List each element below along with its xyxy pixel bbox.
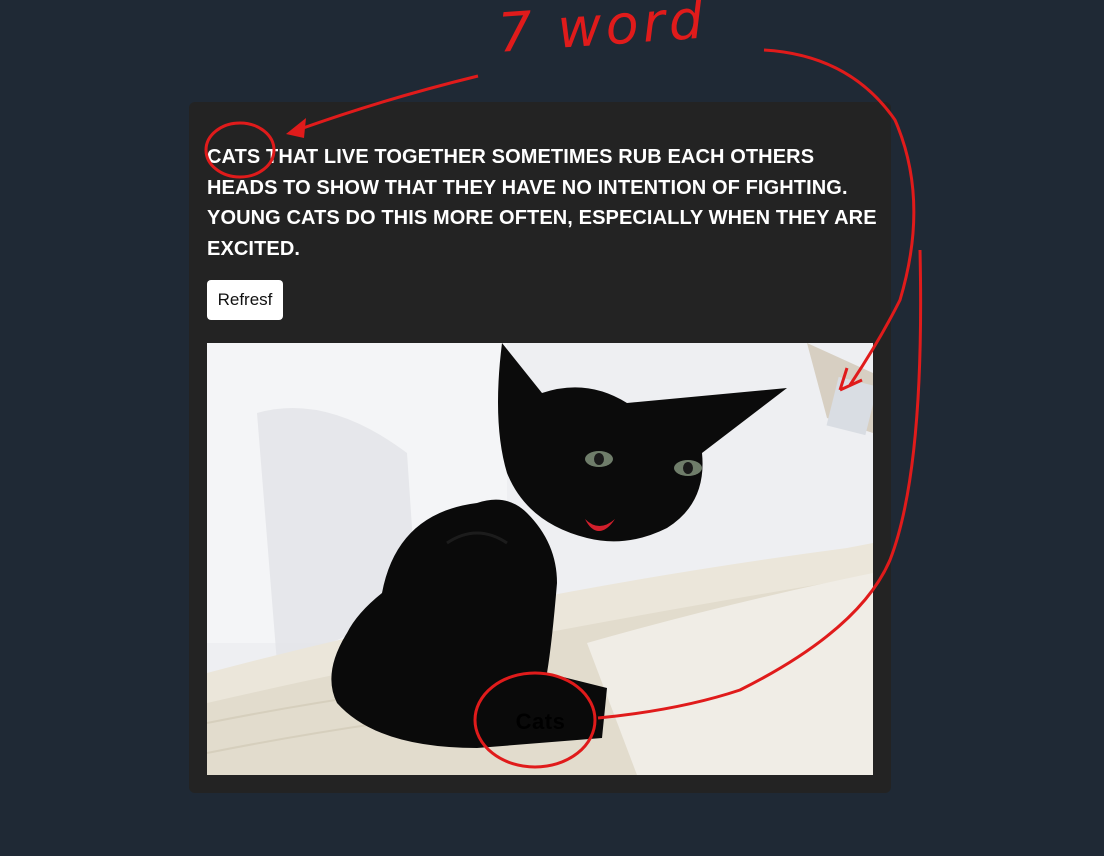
cat-fact-text: Cats that live together sometimes rub ea… xyxy=(207,146,877,260)
refresh-button[interactable]: Refresf xyxy=(207,280,283,320)
cat-image: Cats xyxy=(207,343,873,775)
image-caption: Cats xyxy=(515,709,566,734)
cat-fact-card: Cats that live together sometimes rub ea… xyxy=(189,102,891,793)
page: Cats that live together sometimes rub ea… xyxy=(0,0,1104,856)
annotation-note: 7 word xyxy=(495,0,709,65)
